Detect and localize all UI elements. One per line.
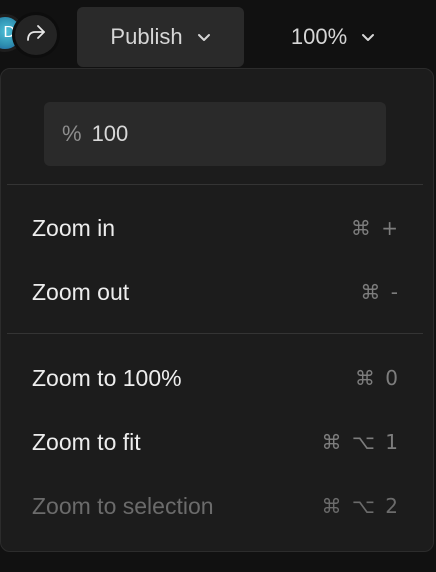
zoom-dropdown-button[interactable]: 100% bbox=[268, 7, 398, 67]
share-button[interactable] bbox=[12, 12, 60, 58]
menu-item-label: Zoom to selection bbox=[32, 492, 214, 519]
menu-item-zoom-in[interactable]: Zoom in ⌘ + bbox=[32, 208, 400, 248]
menu-divider bbox=[7, 184, 423, 185]
menu-item-label: Zoom in bbox=[32, 214, 116, 241]
top-toolbar: D Publish 100% bbox=[0, 0, 436, 70]
percent-prefix: % bbox=[62, 121, 82, 146]
menu-item-label: Zoom to fit bbox=[32, 428, 141, 455]
menu-item-label: Zoom out bbox=[32, 278, 130, 305]
zoom-percent-value: 100 bbox=[91, 121, 129, 146]
menu-item-label: Zoom to 100% bbox=[32, 364, 182, 391]
publish-button[interactable]: Publish bbox=[77, 7, 244, 67]
menu-item-shortcut: ⌘ + bbox=[350, 216, 400, 240]
chevron-down-icon bbox=[361, 33, 375, 42]
menu-divider bbox=[7, 333, 423, 334]
zoom-level-label: 100% bbox=[290, 24, 348, 49]
menu-item-zoom-to-100[interactable]: Zoom to 100% ⌘ 0 bbox=[32, 358, 400, 398]
menu-item-zoom-out[interactable]: Zoom out ⌘ - bbox=[32, 272, 400, 312]
menu-item-shortcut: ⌘ - bbox=[360, 280, 400, 304]
menu-item-zoom-to-selection: Zoom to selection ⌘ ⌥ 2 bbox=[32, 486, 400, 526]
menu-item-shortcut: ⌘ ⌥ 2 bbox=[321, 494, 400, 518]
zoom-percent-input[interactable]: % 100 bbox=[44, 102, 386, 166]
zoom-menu: % 100 Zoom in ⌘ + Zoom out ⌘ - Zoom to 1… bbox=[0, 68, 434, 552]
menu-item-shortcut: ⌘ ⌥ 1 bbox=[321, 430, 400, 454]
share-arrow-icon bbox=[25, 23, 47, 48]
menu-item-shortcut: ⌘ 0 bbox=[354, 366, 400, 390]
chevron-down-icon bbox=[197, 33, 211, 42]
menu-item-zoom-to-fit[interactable]: Zoom to fit ⌘ ⌥ 1 bbox=[32, 422, 400, 462]
publish-label: Publish bbox=[110, 24, 183, 49]
